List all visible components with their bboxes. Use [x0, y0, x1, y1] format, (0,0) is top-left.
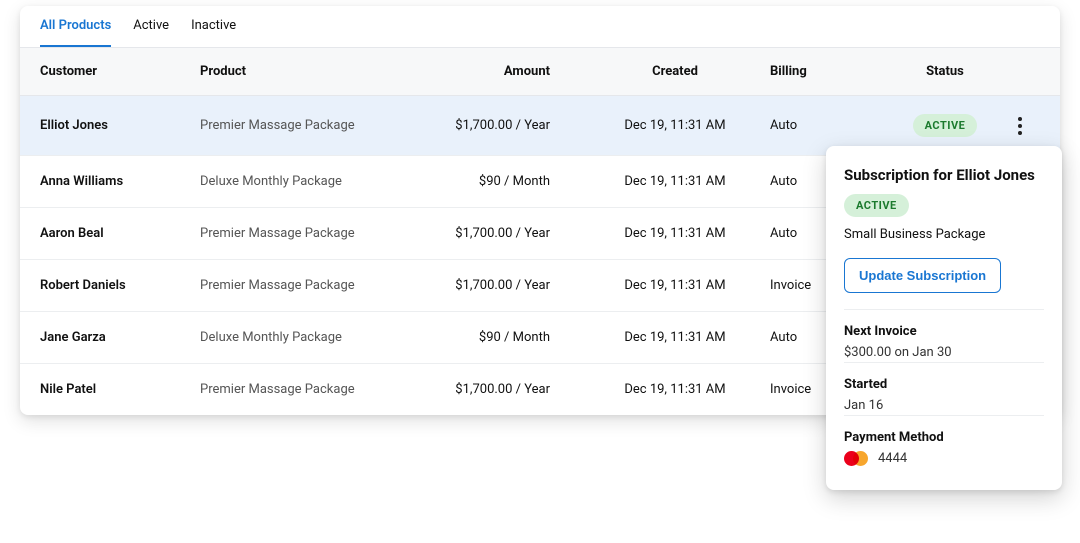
started-section: Started Jan 16 [844, 362, 1044, 415]
cell-amount: $90 / Month [430, 174, 580, 189]
cell-created: Dec 19, 11:31 AM [580, 118, 770, 133]
card-last4: 4444 [878, 451, 907, 466]
col-created[interactable]: Created [580, 64, 770, 79]
cell-customer: Nile Patel [40, 382, 200, 397]
cell-customer: Elliot Jones [40, 118, 200, 133]
tab-all-products[interactable]: All Products [40, 18, 111, 47]
next-invoice-section: Next Invoice $300.00 on Jan 30 [844, 309, 1044, 362]
tab-active[interactable]: Active [133, 18, 169, 47]
cell-customer: Robert Daniels [40, 278, 200, 293]
col-product[interactable]: Product [200, 64, 430, 79]
cell-created: Dec 19, 11:31 AM [580, 278, 770, 293]
cell-created: Dec 19, 11:31 AM [580, 382, 770, 397]
cell-customer: Jane Garza [40, 330, 200, 345]
col-status[interactable]: Status [890, 64, 1000, 79]
cell-created: Dec 19, 11:31 AM [580, 174, 770, 189]
col-billing[interactable]: Billing [770, 64, 890, 79]
next-invoice-value: $300.00 on Jan 30 [844, 345, 1044, 360]
payment-method-section: Payment Method 4444 [844, 415, 1044, 468]
update-subscription-button[interactable]: Update Subscription [844, 258, 1001, 293]
cell-product: Premier Massage Package [200, 382, 430, 397]
cell-status: ACTIVE [890, 114, 1000, 137]
col-amount[interactable]: Amount [430, 64, 580, 79]
started-label: Started [844, 377, 1044, 392]
cell-customer: Anna Williams [40, 174, 200, 189]
status-badge: ACTIVE [844, 194, 909, 217]
payment-method-label: Payment Method [844, 430, 1044, 445]
cell-product: Deluxe Monthly Package [200, 330, 430, 345]
cell-amount: $1,700.00 / Year [430, 278, 580, 293]
cell-customer: Aaron Beal [40, 226, 200, 241]
table-header: Customer Product Amount Created Billing … [20, 48, 1060, 96]
cell-created: Dec 19, 11:31 AM [580, 330, 770, 345]
cell-created: Dec 19, 11:31 AM [580, 226, 770, 241]
col-customer[interactable]: Customer [40, 64, 200, 79]
cell-amount: $1,700.00 / Year [430, 226, 580, 241]
cell-billing: Auto [770, 118, 890, 133]
cell-amount: $90 / Month [430, 330, 580, 345]
started-value: Jan 16 [844, 398, 1044, 413]
cell-product: Premier Massage Package [200, 226, 430, 241]
status-badge: ACTIVE [913, 114, 978, 137]
cell-amount: $1,700.00 / Year [430, 118, 580, 133]
cell-product: Premier Massage Package [200, 278, 430, 293]
tabs: All Products Active Inactive [20, 6, 1060, 48]
next-invoice-label: Next Invoice [844, 324, 1044, 339]
row-actions-button[interactable] [1000, 117, 1040, 135]
more-vertical-icon [1018, 117, 1022, 135]
cell-product: Deluxe Monthly Package [200, 174, 430, 189]
detail-title: Subscription for Elliot Jones [844, 166, 1044, 184]
detail-package: Small Business Package [844, 227, 1044, 242]
cell-product: Premier Massage Package [200, 118, 430, 133]
mastercard-icon [844, 451, 868, 466]
tab-inactive[interactable]: Inactive [191, 18, 236, 47]
subscription-detail-panel: Subscription for Elliot Jones ACTIVE Sma… [826, 146, 1062, 490]
cell-amount: $1,700.00 / Year [430, 382, 580, 397]
